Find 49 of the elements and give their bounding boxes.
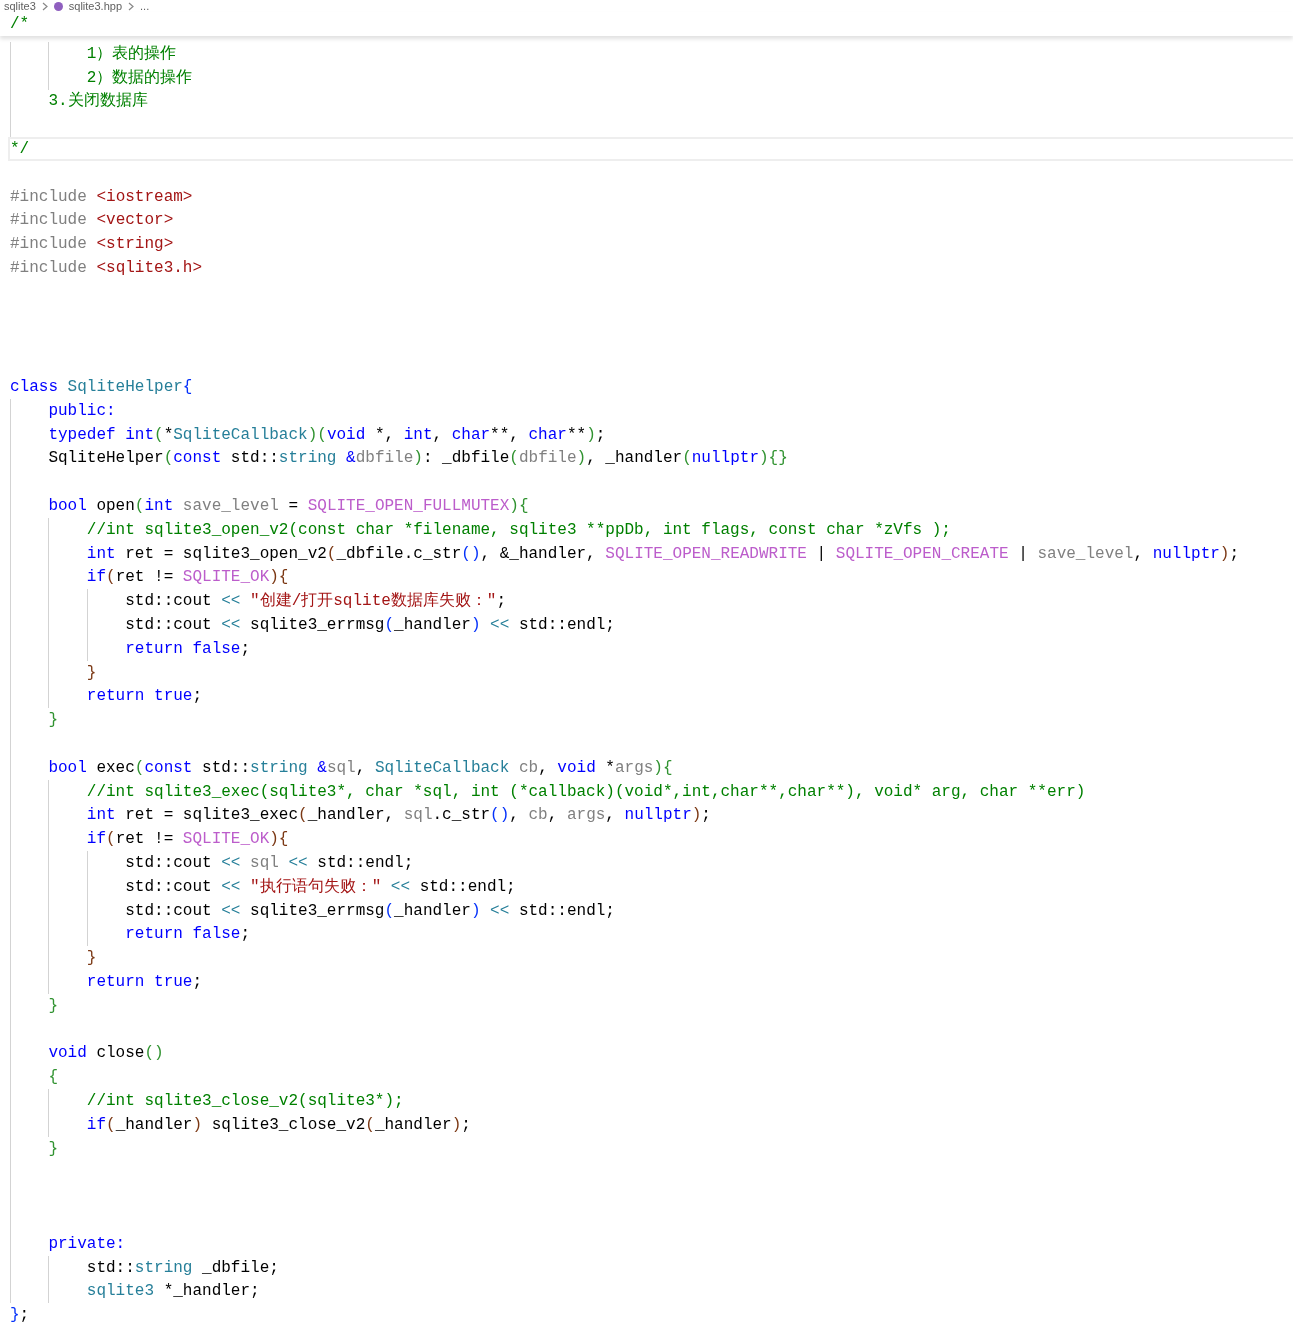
- code-line: public:: [47, 400, 116, 421]
- code-line: if(ret != SQLITE_OK){: [85, 829, 289, 850]
- code-line: return true;: [85, 971, 203, 992]
- code-line: 2）数据的操作: [85, 67, 193, 88]
- file-type-icon: [53, 1, 63, 11]
- code-line: #include <iostream>: [10, 186, 193, 207]
- code-line: private:: [47, 1233, 126, 1254]
- code-line: int ret = sqlite3_open_v2(_dbfile.c_str(), &_handler, SQLITE_OPEN_READWRITE | SQLITE_OPEN_CREATE | save_level, nullptr);: [85, 543, 1240, 564]
- code-line: std::cout << "创建/打开sqlite数据库失败：";: [124, 591, 507, 612]
- code-line: }: [47, 995, 58, 1016]
- code-line: std::cout << sqlite3_errmsg(_handler) << std::endl;: [124, 900, 615, 921]
- code-line: std::string _dbfile;: [85, 1257, 279, 1278]
- code-line: }: [85, 948, 97, 969]
- chevron-icon: [128, 1, 134, 11]
- code-line: 1）表的操作: [85, 43, 177, 64]
- code-line: bool open(int save_level = SQLITE_OPEN_FULLMUTEX){: [47, 496, 529, 517]
- breadcrumb-folder[interactable]: sqlite3: [4, 0, 36, 12]
- code-line: #include <vector>: [10, 210, 174, 231]
- code-line: */: [10, 139, 30, 160]
- code-line: bool exec(const std::string &sql, SqliteCallback cb, void *args){: [47, 757, 673, 778]
- code-line: {: [47, 1067, 58, 1088]
- code-line: sqlite3 *_handler;: [85, 1281, 260, 1302]
- code-line: class SqliteHelper{: [10, 377, 193, 398]
- code-line: void close(): [47, 1043, 164, 1064]
- code-line: std::cout << sql << std::endl;: [124, 853, 414, 873]
- code-line: }: [85, 662, 97, 683]
- code-line: SqliteHelper(const std::string &dbfile): _dbfile(dbfile), _handler(nullptr){}: [47, 448, 788, 469]
- code-line: }: [47, 1138, 58, 1159]
- code-line: int ret = sqlite3_exec(_handler, sql.c_str(), cb, args, nullptr);: [85, 805, 711, 826]
- code-line: if(_handler) sqlite3_close_v2(_handler);: [85, 1114, 471, 1135]
- code-line: std::cout << sqlite3_errmsg(_handler) << std::endl;: [124, 615, 615, 635]
- code-line: return true;: [85, 686, 203, 707]
- code-line: //int sqlite3_exec(sqlite3*, char *sql, int (*callback)(void*,int,char**,char**), void* arg, char **err): [85, 781, 1086, 802]
- code-line: };: [10, 1305, 30, 1326]
- breadcrumb-more[interactable]: ...: [140, 0, 150, 12]
- code-line: if(ret != SQLITE_OK){: [85, 567, 289, 588]
- code-line: }: [47, 710, 58, 731]
- code-line: //int sqlite3_close_v2(sqlite3*);: [85, 1090, 404, 1111]
- sticky-code-line: /*: [10, 14, 30, 34]
- code-line: 3.关闭数据库: [47, 91, 148, 112]
- code-line: std::cout << "执行语句失败：" << std::endl;: [124, 876, 516, 897]
- code-line: #include <string>: [10, 234, 174, 255]
- code-line: typedef int(*SqliteCallback)(void *, int, char**, char**);: [47, 424, 606, 445]
- breadcrumb-file[interactable]: sqlite3.hpp: [68, 0, 122, 12]
- code-line: //int sqlite3_open_v2(const char *filename, sqlite3 **ppDb, int flags, const char *zVfs );: [85, 519, 951, 540]
- chevron-icon: [41, 1, 48, 11]
- code-line: return false;: [124, 924, 251, 945]
- code-line: #include <sqlite3.h>: [10, 258, 203, 279]
- code-line: return false;: [124, 638, 251, 659]
